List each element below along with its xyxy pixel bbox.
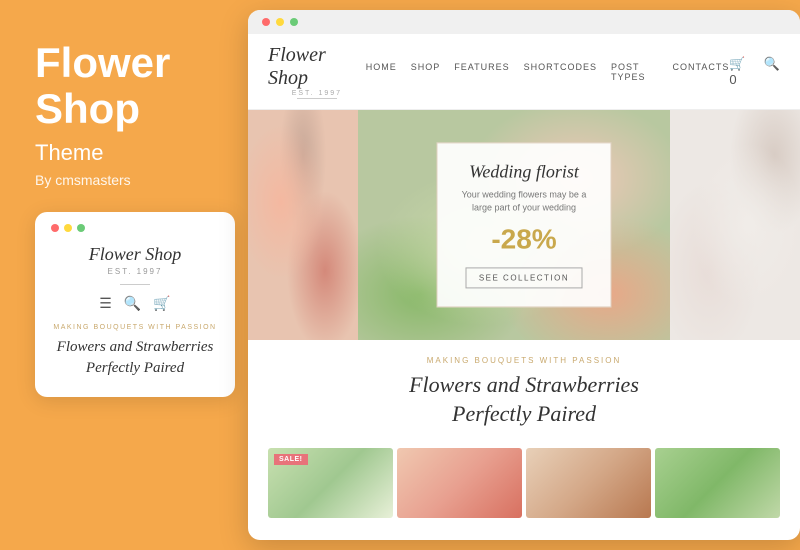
browser-dot-red xyxy=(262,18,270,26)
theme-subtitle: Theme xyxy=(35,140,218,166)
content-tagline: Making Bouquets with Passion xyxy=(268,356,780,365)
hero-image-right xyxy=(670,110,800,340)
shop-nav-links: HOME SHOP FEATURES SHORTCODES POST TYPES… xyxy=(366,62,730,82)
shop-logo-group: Flower Shop EST. 1997 xyxy=(268,44,366,99)
nav-post-types[interactable]: POST TYPES xyxy=(611,62,659,82)
nav-home[interactable]: HOME xyxy=(366,62,397,82)
hamburger-icon: ☰ xyxy=(99,295,112,312)
browser-dot-green xyxy=(290,18,298,26)
dot-green xyxy=(77,224,85,232)
cart-icon: 🛒 xyxy=(153,295,170,312)
shop-logo-est: EST. 1997 xyxy=(268,90,366,97)
product-thumb-4[interactable] xyxy=(655,448,780,518)
browser-dot-yellow xyxy=(276,18,284,26)
nav-features[interactable]: FEATURES xyxy=(454,62,509,82)
mobile-logo-underline xyxy=(120,284,150,285)
mobile-card-dots xyxy=(51,224,219,232)
nav-cart-icon[interactable]: 🛒 0 xyxy=(729,56,753,87)
nav-shortcodes[interactable]: SHORTCODES xyxy=(524,62,597,82)
theme-author: By cmsmasters xyxy=(35,172,218,188)
hero-area: Wedding florist Your wedding flowers may… xyxy=(248,110,800,340)
mobile-heading: Flowers and Strawberries Perfectly Paire… xyxy=(51,337,219,379)
mobile-nav: ☰ 🔍 🛒 xyxy=(51,295,219,312)
hero-promo-card: Wedding florist Your wedding flowers may… xyxy=(437,142,612,307)
left-panel: Flower Shop Theme By cmsmasters Flower S… xyxy=(0,0,248,550)
browser-content: Flower Shop EST. 1997 HOME SHOP FEATURES… xyxy=(248,34,800,540)
browser-panel: Flower Shop EST. 1997 HOME SHOP FEATURES… xyxy=(248,10,800,540)
theme-title: Flower Shop xyxy=(35,40,218,132)
search-icon: 🔍 xyxy=(124,295,141,312)
content-section: Making Bouquets with Passion Flowers and… xyxy=(248,340,800,438)
mobile-logo: Flower Shop xyxy=(51,244,219,265)
hero-promo-title: Wedding florist xyxy=(462,161,587,182)
dot-yellow xyxy=(64,224,72,232)
sale-badge: SALE! xyxy=(274,454,308,465)
browser-bar xyxy=(248,10,800,34)
product-row: SALE! xyxy=(248,438,800,518)
product-thumb-2[interactable] xyxy=(397,448,522,518)
mobile-tagline: Making Bouquets with Passion xyxy=(51,324,219,331)
mobile-preview-card: Flower Shop EST. 1997 ☰ 🔍 🛒 Making Bouqu… xyxy=(35,212,235,397)
nav-shop[interactable]: SHOP xyxy=(411,62,441,82)
nav-search-icon[interactable]: 🔍 xyxy=(764,56,780,87)
content-heading: Flowers and Strawberries Perfectly Paire… xyxy=(268,371,780,428)
product-thumb-3[interactable] xyxy=(526,448,651,518)
hero-promo-subtitle: Your wedding flowers may be a large part… xyxy=(462,188,587,213)
shop-nav: Flower Shop EST. 1997 HOME SHOP FEATURES… xyxy=(248,34,800,110)
nav-contacts[interactable]: CONTACTS xyxy=(673,62,730,82)
hero-see-collection-button[interactable]: SEE COLLECTION xyxy=(466,268,582,289)
shop-nav-icons: 🛒 0 🔍 xyxy=(729,56,780,87)
shop-logo: Flower Shop xyxy=(268,44,366,90)
hero-image-left xyxy=(248,110,358,340)
shop-logo-line xyxy=(297,98,337,99)
mobile-est: EST. 1997 xyxy=(51,267,219,276)
product-thumb-1[interactable]: SALE! xyxy=(268,448,393,518)
dot-red xyxy=(51,224,59,232)
hero-discount-badge: -28% xyxy=(462,224,587,256)
